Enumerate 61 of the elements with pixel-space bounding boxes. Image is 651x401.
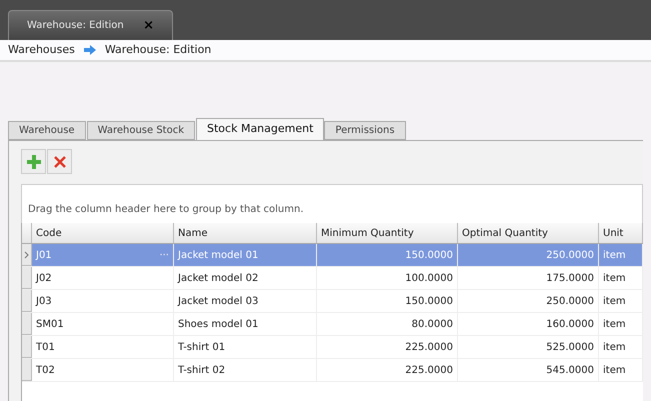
table-cell-text: Jacket model 01 [178, 248, 258, 262]
table-cell-text: T01 [36, 340, 55, 354]
tab[interactable]: Warehouse Stock [86, 121, 196, 140]
table-cell-text: T-shirt 01 [178, 340, 226, 354]
close-icon [52, 154, 66, 168]
table-cell-text: 150.0000 [405, 248, 453, 262]
table-cell-text: 525.0000 [546, 340, 594, 354]
table-cell-text: 160.0000 [546, 318, 594, 332]
tab[interactable]: Permissions [324, 121, 406, 140]
table-cell-text: 150.0000 [405, 294, 453, 308]
row-indicator[interactable] [22, 267, 32, 289]
table-cell-text: 545.0000 [546, 364, 594, 378]
row-indicator[interactable] [22, 336, 32, 358]
table-cell-text: SM01 [36, 318, 64, 332]
table-cell-text: 250.0000 [546, 294, 594, 308]
document-tab-title: Warehouse: Edition [27, 19, 124, 33]
breadcrumb-item[interactable]: Warehouses [8, 42, 75, 58]
table-cell-text: item [603, 318, 626, 332]
tab[interactable]: Warehouse [8, 121, 86, 140]
arrow-right-icon [82, 44, 97, 56]
table-cell-text: Jacket model 03 [178, 294, 258, 308]
table-row[interactable]: T02 T-shirt 02 225.0000 545.0000 item [22, 359, 643, 382]
plus-icon [26, 154, 42, 170]
table-row[interactable]: SM01 Shoes model 01 80.0000 160.0000 item [22, 313, 643, 336]
table-cell-text: item [603, 364, 626, 378]
column-header[interactable]: Code [32, 223, 174, 243]
tab[interactable]: Stock Management [196, 118, 324, 140]
column-header[interactable]: Minimum Quantity [317, 223, 458, 243]
table-cell-text: 175.0000 [546, 272, 594, 286]
column-header[interactable]: Optimal Quantity [458, 223, 599, 243]
table-cell-text: J03 [36, 294, 52, 308]
column-header[interactable]: Unit [599, 223, 643, 243]
table-cell-text: 250.0000 [546, 248, 594, 262]
table-cell-text: 100.0000 [405, 272, 453, 286]
breadcrumb-item[interactable]: Warehouse: Edition [104, 42, 212, 58]
delete-button[interactable] [47, 149, 72, 174]
table-row[interactable]: J02 Jacket model 02 100.0000 175.0000 item [22, 267, 643, 290]
add-button[interactable] [21, 149, 46, 174]
table-cell-text: Jacket model 02 [178, 272, 258, 286]
group-panel-hint: Drag the column header here to group by that column. [28, 203, 304, 217]
table-cell-text: T-shirt 02 [178, 364, 226, 378]
row-indicator[interactable] [22, 359, 32, 381]
table-cell-text: item [603, 248, 626, 262]
table-row[interactable]: T01 T-shirt 01 225.0000 525.0000 item [22, 336, 643, 359]
table-cell-text: Shoes model 01 [178, 318, 258, 332]
table-cell-text: T02 [36, 364, 55, 378]
table-cell-text: item [603, 340, 626, 354]
row-indicator[interactable] [22, 244, 32, 266]
table-cell-text: 225.0000 [405, 364, 453, 378]
row-indicator[interactable] [22, 313, 32, 335]
table-cell-text: J02 [36, 272, 52, 286]
table-cell-text: item [603, 272, 626, 286]
chevron-right-icon [24, 250, 30, 258]
document-tab[interactable]: Warehouse: Edition × [8, 10, 173, 40]
column-header[interactable]: Name [174, 223, 317, 243]
table-cell-text: 80.0000 [412, 318, 453, 332]
table-cell-text: item [603, 294, 626, 308]
table-cell-text: J01 [36, 248, 52, 262]
table-cell-text: 225.0000 [405, 340, 453, 354]
row-indicator[interactable] [22, 290, 32, 312]
table-row[interactable]: J03 Jacket model 03 150.0000 250.0000 item [22, 290, 643, 313]
